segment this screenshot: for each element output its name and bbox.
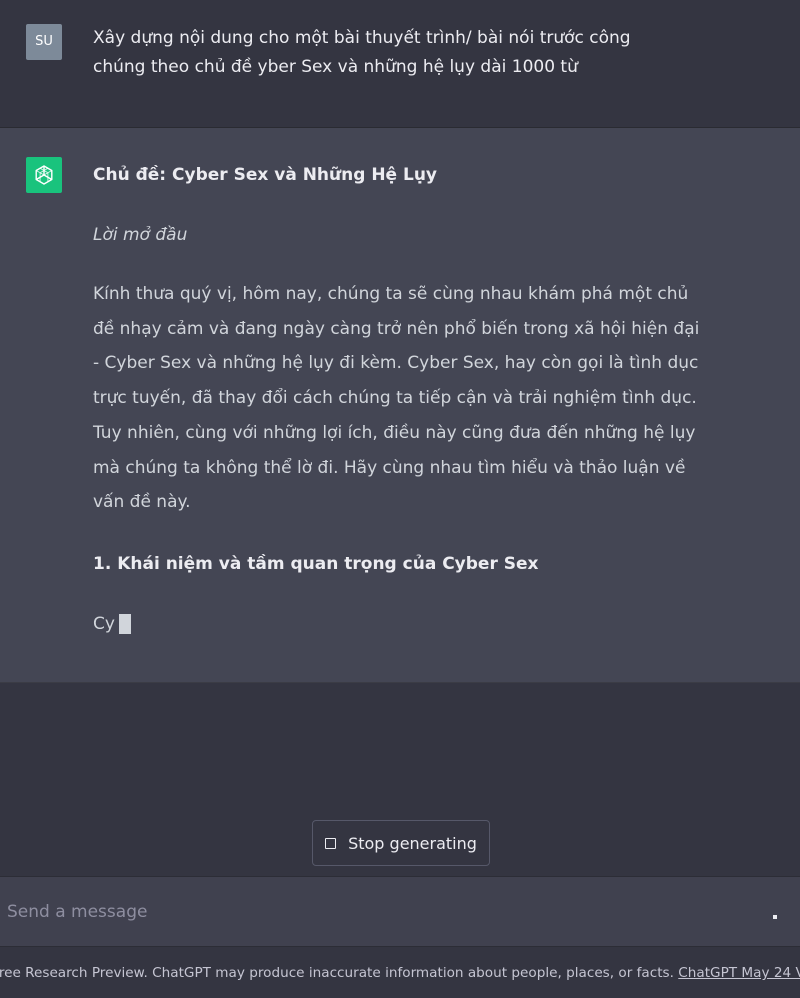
message-input[interactable] xyxy=(7,897,747,927)
stop-generating-label: Stop generating xyxy=(348,833,477,853)
user-message-row: SU Xây dựng nội dung cho một bài thuyết … xyxy=(0,0,800,128)
message-composer xyxy=(0,876,800,947)
footer-disclaimer: Free Research Preview. ChatGPT may produ… xyxy=(0,961,800,985)
response-title: Chủ đề: Cyber Sex và Những Hệ Lụy xyxy=(93,165,438,185)
response-paragraph: Kính thưa quý vị, hôm nay, chúng ta sẽ c… xyxy=(93,284,700,513)
assistant-message-row: Chủ đề: Cyber Sex và Những Hệ Lụy Lời mở… xyxy=(0,128,800,683)
response-partial-line: Cy xyxy=(93,610,705,638)
version-link[interactable]: ChatGPT May 24 Version xyxy=(678,965,800,981)
user-message-text: Xây dựng nội dung cho một bài thuyết trì… xyxy=(93,28,631,77)
openai-logo-icon xyxy=(35,165,53,185)
assistant-message-content: Chủ đề: Cyber Sex và Những Hệ Lụy Lời mở… xyxy=(93,161,705,638)
typing-cursor xyxy=(118,613,131,634)
user-avatar: SU xyxy=(26,24,62,60)
response-section-heading: 1. Khái niệm và tầm quan trọng của Cyber… xyxy=(93,553,539,574)
footer-text: Free Research Preview. ChatGPT may produ… xyxy=(0,965,679,981)
stop-generating-button[interactable]: Stop generating xyxy=(312,820,490,866)
stop-square-icon xyxy=(325,837,337,849)
response-intro: Lời mở đầu xyxy=(93,225,188,245)
chatgpt-avatar xyxy=(26,157,62,193)
generating-dot-icon xyxy=(773,915,777,919)
response-partial-text: Cy xyxy=(93,613,115,634)
chat-page: SU Xây dựng nội dung cho một bài thuyết … xyxy=(0,0,800,998)
